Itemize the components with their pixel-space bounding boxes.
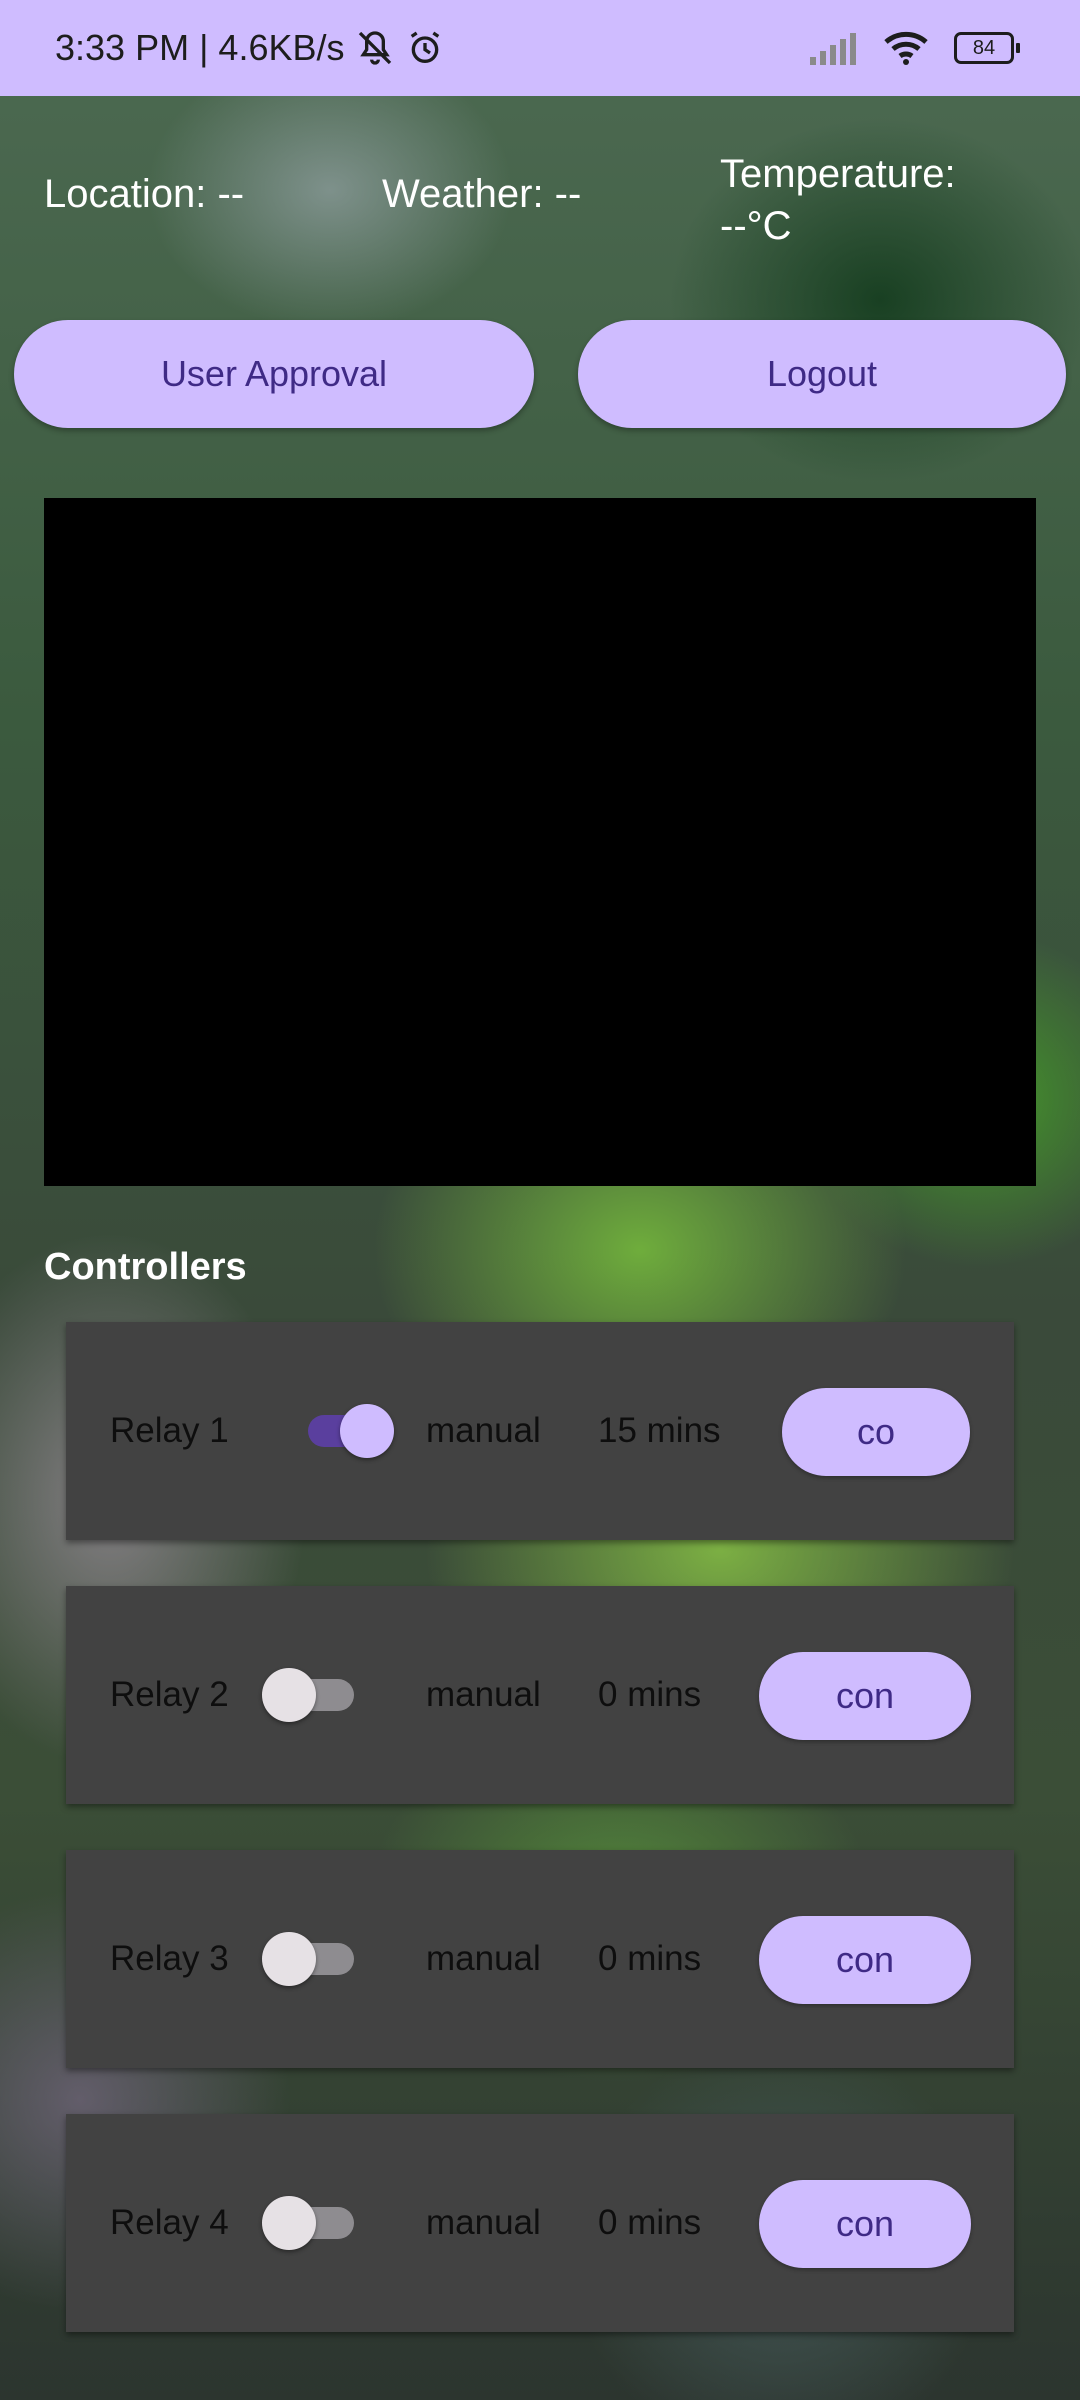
mute-bell-icon [358,31,391,65]
alarm-icon [410,31,439,64]
wifi-icon [884,31,928,65]
relay-card-2: Relay 2 manual 0 mins con [66,1586,1014,1804]
toggle-thumb [340,1404,394,1458]
relay-label: Relay 4 [110,2203,229,2242]
weather-text: Weather: -- [382,172,582,216]
relay-mode: manual [426,1675,541,1714]
relay-mode: manual [426,1939,541,1978]
relay-card-1: Relay 1 manual 15 mins co [66,1322,1014,1540]
relay-mode: manual [426,2203,541,2242]
status-right: 84 [810,0,1020,96]
location-text: Location: -- [44,172,245,216]
relay-3-con-button[interactable]: con [759,1916,971,2004]
relay-label: Relay 3 [110,1939,229,1978]
toggle-thumb [262,1932,316,1986]
relay-2-toggle[interactable] [262,1586,354,1804]
relay-4-con-button[interactable]: con [759,2180,971,2268]
toggle-thumb [262,2196,316,2250]
relay-1-toggle[interactable] [284,1322,394,1540]
relay-mins: 0 mins [598,1675,702,1714]
temperature-label: Temperature: [720,152,956,196]
status-time-speed: 3:33 PM | 4.6KB/s [55,27,345,68]
user-approval-button[interactable]: User Approval [14,320,534,428]
relay-1-con-button[interactable]: co [782,1388,970,1476]
status-bar: 3:33 PM | 4.6KB/s 84 [0,0,1080,96]
relay-label: Relay 1 [110,1411,229,1450]
signal-icon [810,33,856,65]
relay-mins: 0 mins [598,1939,702,1978]
toggle-thumb [262,1668,316,1722]
controllers-title: Controllers [44,1246,247,1288]
relay-mins: 0 mins [598,2203,702,2242]
relay-card-3: Relay 3 manual 0 mins con [66,1850,1014,2068]
relay-label: Relay 2 [110,1675,229,1714]
temperature-text: Temperature: --°C [720,148,1020,252]
relay-4-toggle[interactable] [262,2114,354,2332]
relay-mins: 15 mins [598,1411,721,1450]
temperature-value: --°C [720,204,792,248]
battery-icon: 84 [954,32,1020,64]
relay-mode: manual [426,1411,541,1450]
info-row: Location: -- Weather: -- Temperature: --… [44,152,1044,260]
relay-2-con-button[interactable]: con [759,1652,971,1740]
logout-button[interactable]: Logout [578,320,1066,428]
camera-view [44,498,1036,1186]
relay-card-4: Relay 4 manual 0 mins con [66,2114,1014,2332]
relay-3-toggle[interactable] [262,1850,354,2068]
battery-level: 84 [954,32,1014,64]
status-left: 3:33 PM | 4.6KB/s [55,0,445,96]
